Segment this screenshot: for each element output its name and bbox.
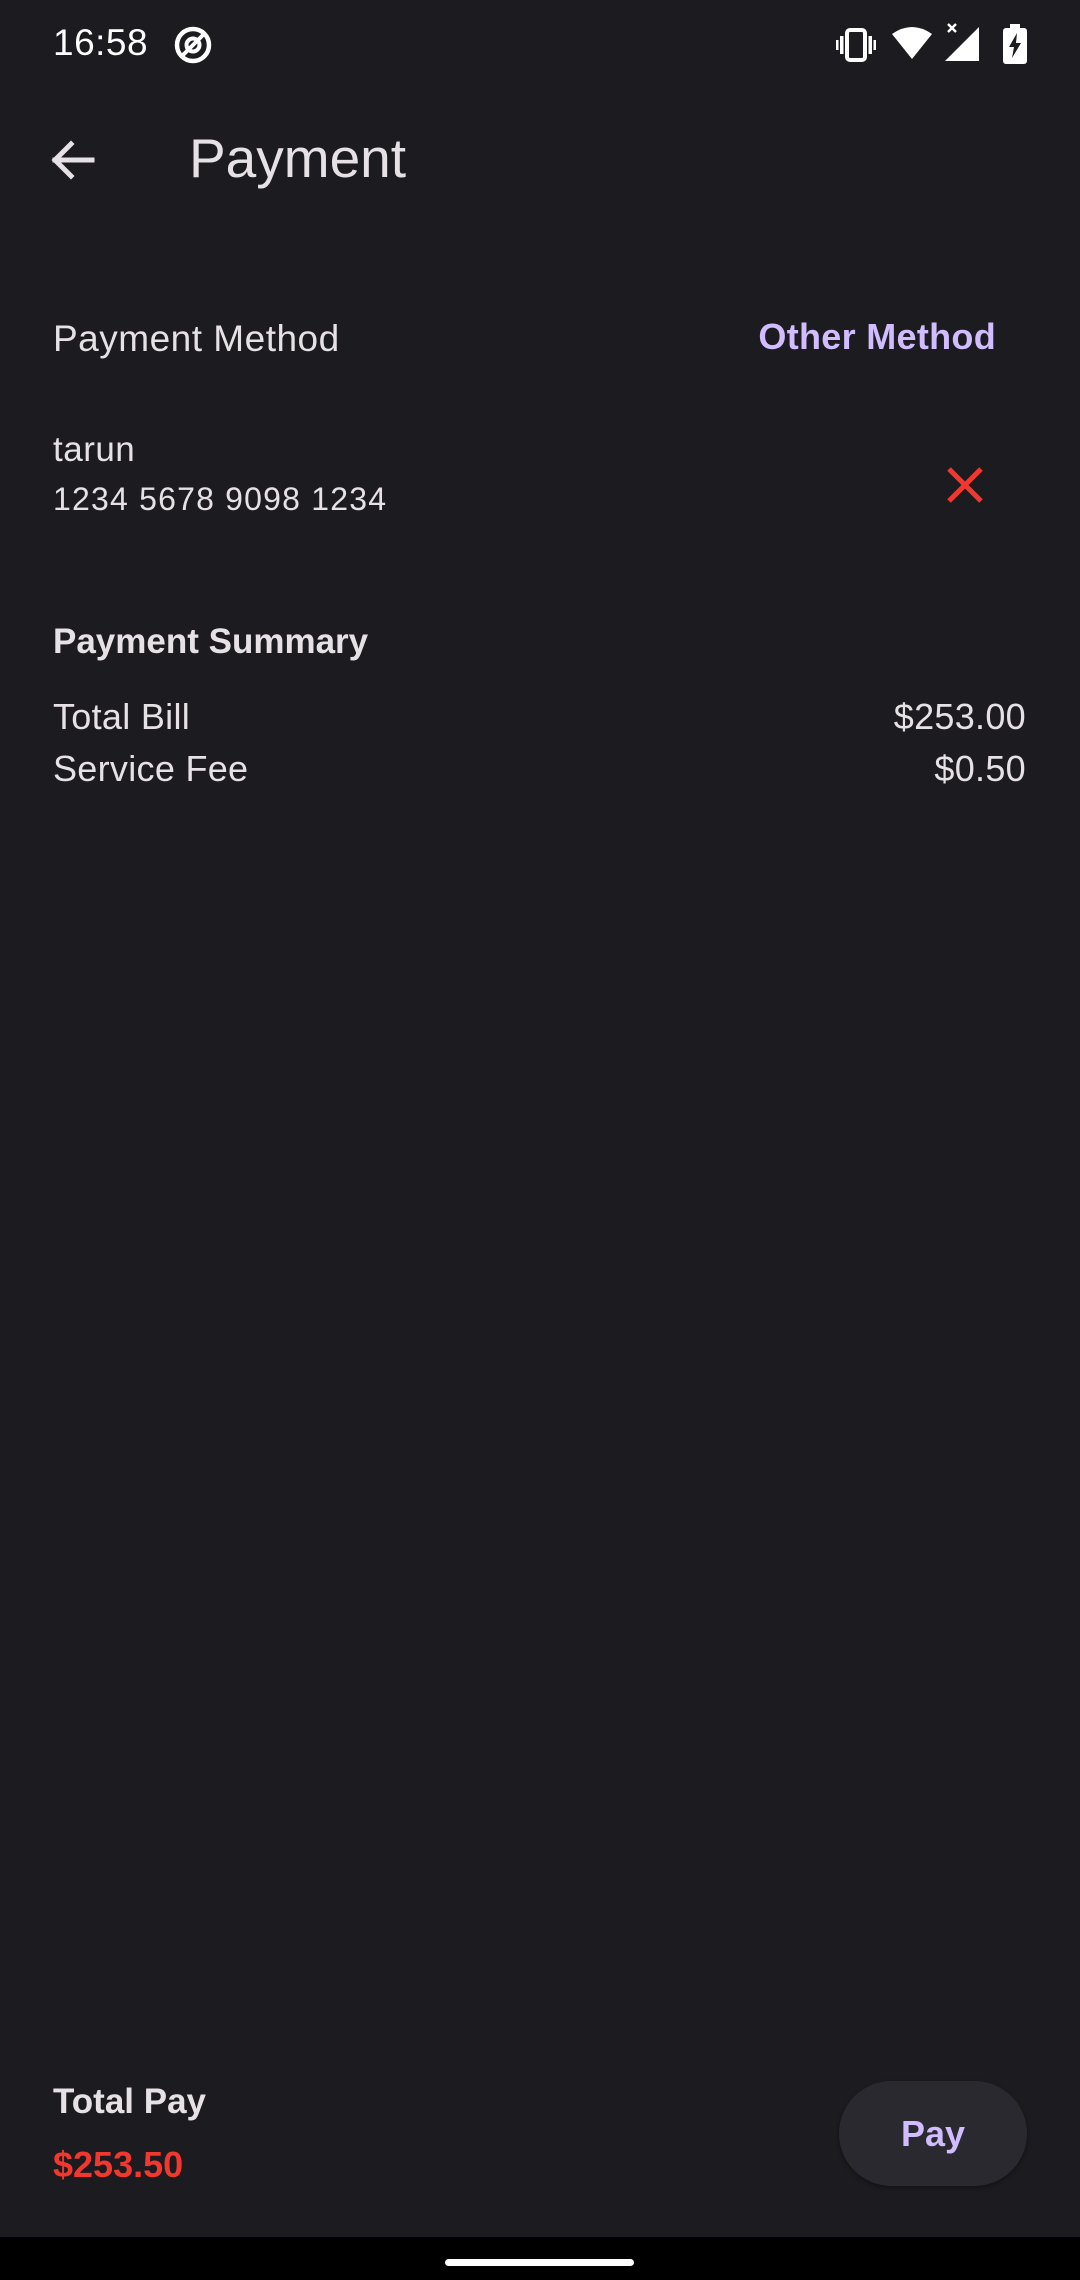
wifi-icon: [892, 27, 932, 59]
summary-value: $0.50: [934, 748, 1026, 789]
close-icon: [947, 467, 983, 503]
summary-label: Service Fee: [53, 748, 249, 789]
total-pay-value: $253.50: [53, 2144, 184, 2185]
summary-label: Total Bill: [53, 696, 191, 737]
card-holder-name: tarun: [53, 430, 136, 469]
summary-row-total-bill: Total Bill $253.00: [53, 696, 1026, 738]
home-indicator[interactable]: [445, 2259, 634, 2266]
back-button[interactable]: [36, 124, 108, 196]
pay-button[interactable]: Pay: [839, 2081, 1027, 2186]
other-method-button[interactable]: Other Method: [758, 316, 996, 358]
payment-screen: 16:58 Payment Payment Method Other Metho…: [0, 0, 1080, 2237]
page-title: Payment: [189, 127, 407, 189]
remove-card-button[interactable]: [930, 450, 1000, 520]
summary-value: $253.00: [893, 696, 1026, 737]
status-bar: 16:58: [0, 0, 1080, 90]
card-number: 1234 5678 9098 1234: [53, 481, 388, 517]
payment-method-label: Payment Method: [53, 318, 340, 359]
total-pay-label: Total Pay: [53, 2082, 207, 2121]
vibrate-icon: [836, 28, 876, 62]
status-time: 16:58: [53, 22, 149, 63]
signal-icon: [945, 23, 979, 61]
payment-summary-title: Payment Summary: [53, 622, 369, 661]
battery-charging-icon: [1003, 24, 1027, 64]
at-sign-icon: [174, 26, 212, 64]
arrow-back-icon: [51, 140, 95, 180]
summary-row-service-fee: Service Fee $0.50: [53, 748, 1026, 790]
navigation-bar: [0, 2237, 1080, 2280]
